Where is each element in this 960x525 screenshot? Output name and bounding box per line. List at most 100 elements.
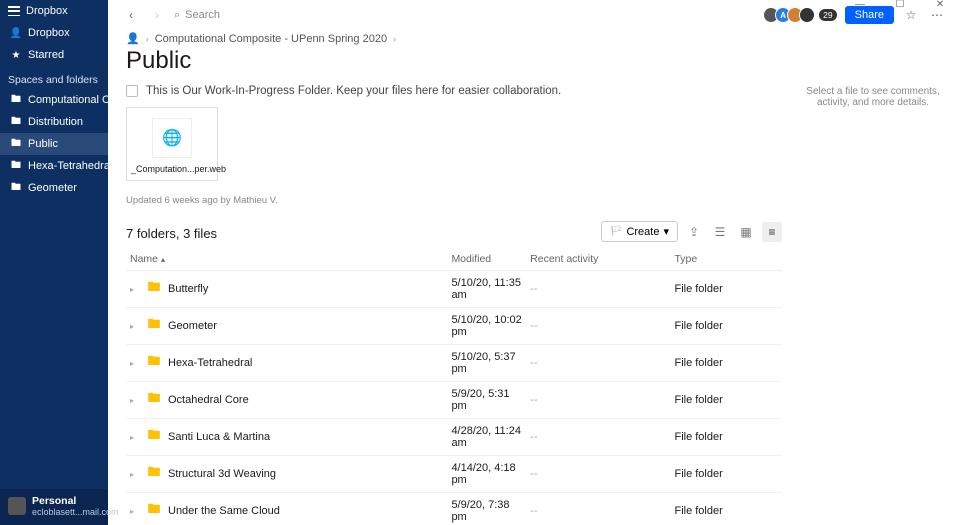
file-modified: 5/10/20, 5:37 pm <box>447 345 526 382</box>
expander-icon[interactable]: ▸ <box>130 470 140 479</box>
sidebar-item[interactable]: ★Starred <box>0 44 108 66</box>
expander-icon[interactable]: ▸ <box>130 322 140 331</box>
person-icon: 👤 <box>10 27 22 39</box>
star-button[interactable]: ☆ <box>902 6 920 24</box>
list-view-button[interactable]: ☰ <box>710 222 730 242</box>
file-modified: 5/10/20, 10:02 pm <box>447 308 526 345</box>
file-type: File folder <box>670 345 782 382</box>
folder-icon: 🖿 <box>146 318 162 334</box>
sidebar-folder-item[interactable]: 🖿Distribution <box>0 111 108 133</box>
activity-empty: -- <box>530 357 537 369</box>
checkbox[interactable] <box>126 85 138 97</box>
file-type: File folder <box>670 493 782 525</box>
sidebar-header: Dropbox <box>0 0 108 22</box>
expander-icon[interactable]: ▸ <box>130 285 140 294</box>
table-row[interactable]: ▸ 🖿 Hexa-Tetrahedral 5/10/20, 5:37 pm --… <box>126 345 782 382</box>
window-controls: — ☐ ✕ <box>840 0 960 8</box>
file-type: File folder <box>670 419 782 456</box>
breadcrumb-sep: › <box>146 34 149 44</box>
nav-forward-button[interactable]: › <box>148 6 166 24</box>
folder-icon: 🖿 <box>146 355 162 371</box>
topbar: ‹ › ⌕ Search A 29 Share ☆ ⋯ <box>108 0 960 26</box>
pinned-file-name: _Computation...per.web <box>131 164 213 174</box>
search-icon: ⌕ <box>174 9 180 22</box>
sidebar-folder-item[interactable]: 🖿 Geometer <box>0 177 108 199</box>
file-name: Geometer <box>168 320 217 332</box>
table-row[interactable]: ▸ 🖿 Structural 3d Weaving 4/14/20, 4:18 … <box>126 456 782 493</box>
file-modified: 5/9/20, 5:31 pm <box>447 382 526 419</box>
collaborator-count[interactable]: 29 <box>819 9 836 21</box>
folder-icon: 🖿 <box>146 503 162 519</box>
pinned-file-card[interactable]: 🌐 _Computation...per.web <box>126 107 218 181</box>
folder-icon: 🖿 <box>146 281 162 297</box>
sidebar-item[interactable]: 👤Dropbox <box>0 22 108 44</box>
activity-empty: -- <box>530 431 537 443</box>
search-placeholder: Search <box>185 9 220 21</box>
file-name: Butterfly <box>168 283 208 295</box>
col-modified[interactable]: Modified <box>447 248 526 271</box>
table-row[interactable]: ▸ 🖿 Santi Luca & Martina 4/28/20, 11:24 … <box>126 419 782 456</box>
share-button[interactable]: Share <box>845 6 894 24</box>
sidebar-item-label: Distribution <box>28 116 83 128</box>
breadcrumb-sep: › <box>393 34 396 44</box>
table-row[interactable]: ▸ 🖿 Geometer 5/10/20, 10:02 pm -- File f… <box>126 308 782 345</box>
activity-empty: -- <box>530 505 537 517</box>
account-box[interactable]: Personal ecloblasett...mail.com <box>0 489 108 525</box>
col-type[interactable]: Type <box>670 248 782 271</box>
file-type: File folder <box>670 271 782 308</box>
sidebar-folder-item[interactable]: 🖿Public <box>0 133 108 155</box>
activity-empty: -- <box>530 283 537 295</box>
person-icon: 👤 <box>126 32 140 45</box>
sidebar-item-label: Starred <box>28 49 64 61</box>
col-name[interactable]: Name ▴ <box>126 248 447 271</box>
sidebar-folder-item[interactable]: 🖿Hexa-Tetrahedral <box>0 155 108 177</box>
activity-empty: -- <box>530 468 537 480</box>
expander-icon[interactable]: ▸ <box>130 433 140 442</box>
win-max[interactable]: ☐ <box>880 0 920 8</box>
file-modified: 5/9/20, 7:38 pm <box>447 493 526 525</box>
sidebar-folder-item[interactable]: 🖿Computational Co... <box>0 89 108 111</box>
folder-description: This is Our Work-In-Progress Folder. Kee… <box>146 85 561 97</box>
flag-icon: 🏳️ <box>610 226 622 237</box>
win-close[interactable]: ✕ <box>920 0 960 8</box>
search-input[interactable]: ⌕ Search <box>174 9 759 22</box>
account-avatar <box>8 497 26 515</box>
nav-back-button[interactable]: ‹ <box>122 6 140 24</box>
create-button[interactable]: 🏳️ Create ▾ <box>601 221 678 242</box>
file-type: File folder <box>670 308 782 345</box>
folder-icon: 🖿 <box>10 182 22 194</box>
breadcrumb-item[interactable]: Computational Composite - UPenn Spring 2… <box>155 33 387 45</box>
col-activity[interactable]: Recent activity <box>526 248 670 271</box>
file-modified: 4/28/20, 11:24 am <box>447 419 526 456</box>
folder-description-row: This is Our Work-In-Progress Folder. Kee… <box>126 85 782 97</box>
file-name: Santi Luca & Martina <box>168 431 270 443</box>
file-name: Structural 3d Weaving <box>168 468 276 480</box>
table-row[interactable]: ▸ 🖿 Octahedral Core 5/9/20, 5:31 pm -- F… <box>126 382 782 419</box>
folder-icon: 🖿 <box>10 94 22 106</box>
sidebar-item-label: Hexa-Tetrahedral <box>28 160 108 172</box>
collaborator-avatars[interactable]: A <box>767 7 815 23</box>
table-row[interactable]: ▸ 🖿 Under the Same Cloud 5/9/20, 7:38 pm… <box>126 493 782 525</box>
file-type: File folder <box>670 382 782 419</box>
activity-empty: -- <box>530 320 537 332</box>
updated-text: Updated 6 weeks ago by Mathieu V. <box>126 195 782 206</box>
sidebar-section-label: Spaces and folders <box>0 66 108 89</box>
grid-view-button[interactable]: ▦ <box>736 222 756 242</box>
detail-view-button[interactable]: ≡ <box>762 222 782 242</box>
file-modified: 4/14/20, 4:18 pm <box>447 456 526 493</box>
menu-icon[interactable] <box>8 6 20 16</box>
main-panel: ‹ › ⌕ Search A 29 Share ☆ ⋯ 👤 › Computat… <box>108 0 960 525</box>
expander-icon[interactable]: ▸ <box>130 507 140 516</box>
account-email: ecloblasett...mail.com <box>32 507 119 517</box>
expander-icon[interactable]: ▸ <box>130 396 140 405</box>
expander-icon[interactable]: ▸ <box>130 359 140 368</box>
file-type: File folder <box>670 456 782 493</box>
folder-icon: 🖿 <box>146 466 162 482</box>
table-row[interactable]: ▸ 🖿 Butterfly 5/10/20, 11:35 am -- File … <box>126 271 782 308</box>
sidebar-item-label: Geometer <box>28 182 77 194</box>
account-name: Personal <box>32 495 119 507</box>
win-min[interactable]: — <box>840 0 880 8</box>
upload-button[interactable]: ⇪ <box>684 222 704 242</box>
app-title: Dropbox <box>26 5 68 17</box>
file-name: Octahedral Core <box>168 394 249 406</box>
